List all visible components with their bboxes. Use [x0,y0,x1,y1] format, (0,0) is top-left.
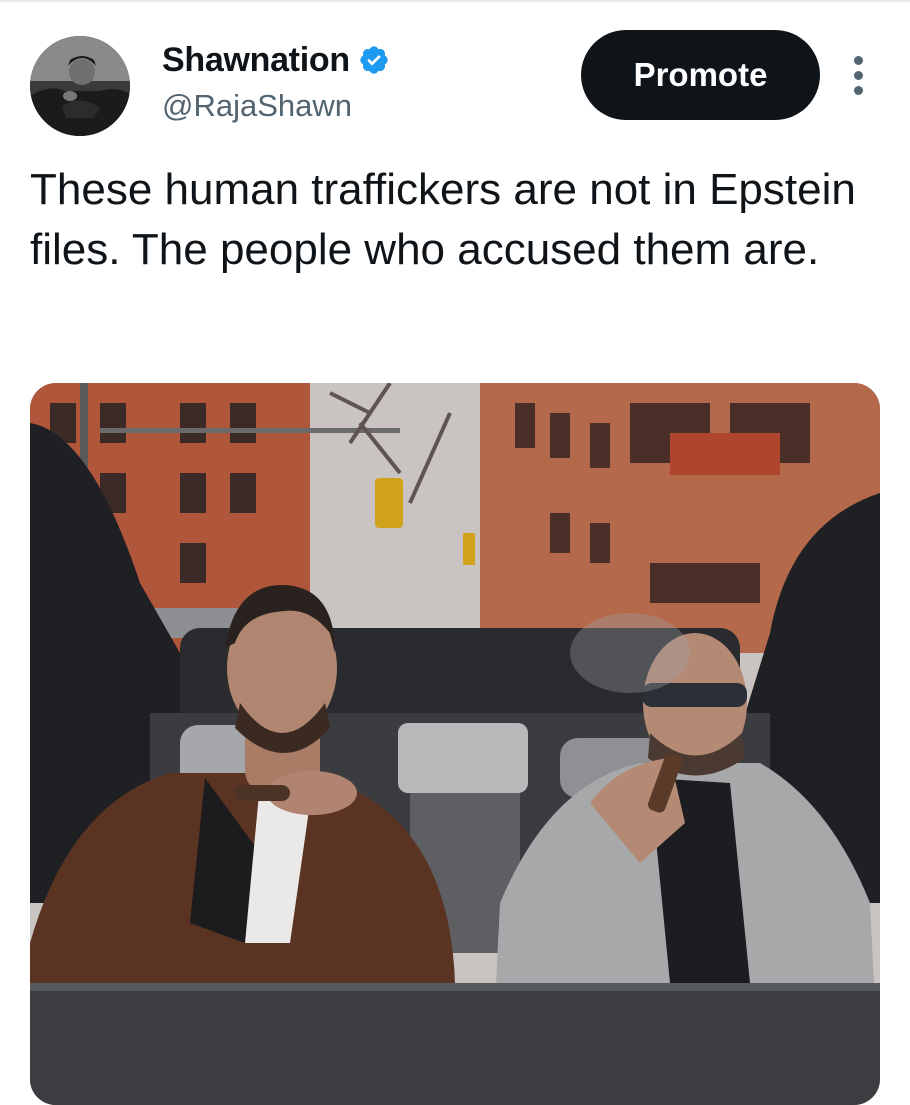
author-avatar[interactable] [30,36,130,136]
author-name[interactable]: Shawnation [162,40,350,80]
top-divider [0,0,910,2]
verified-badge-icon [360,46,388,74]
tweet-text: These human traffickers are not in Epste… [30,165,856,274]
avatar-photo [30,36,130,136]
author-handle[interactable]: @RajaShawn [162,86,352,126]
promote-button[interactable]: Promote [581,30,820,120]
more-vertical-icon[interactable] [846,56,870,100]
tweet-media-image[interactable] [30,383,880,1105]
photo-two-men-in-convertible [30,383,880,1105]
